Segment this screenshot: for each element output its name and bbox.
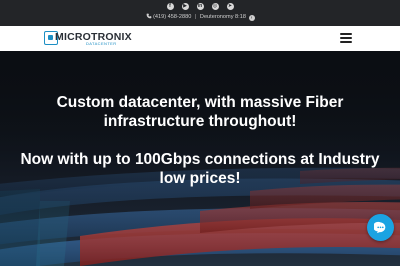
hamburger-bar	[340, 41, 352, 43]
hero-line-2: infrastructure throughout!	[103, 113, 297, 130]
site-logo[interactable]: MICROTRONIX DATACENTER	[44, 31, 132, 46]
hero-headline: Custom datacenter, with massive Fiber in…	[0, 93, 400, 188]
facebook-icon[interactable]: f	[166, 3, 174, 10]
hero-line-1: Custom datacenter, with massive Fiber	[56, 94, 344, 111]
address-text: Deuteronomy 8:18	[199, 14, 246, 20]
hero-spacer	[0, 131, 400, 150]
phone-icon	[146, 13, 151, 19]
hamburger-menu-icon[interactable]	[340, 33, 352, 43]
social-links: f ▶ in ◎ ➤	[0, 3, 400, 12]
main-navbar: MICROTRONIX DATACENTER	[0, 26, 400, 51]
youtube-icon[interactable]: ▶	[181, 3, 189, 10]
hero-banner: Custom datacenter, with massive Fiber in…	[0, 51, 400, 266]
chat-icon	[374, 221, 386, 234]
top-info-bar: f ▶ in ◎ ➤ (419) 458-2880 | Deuteronomy …	[0, 0, 400, 26]
telegram-icon[interactable]: ➤	[226, 3, 234, 10]
hamburger-bar	[340, 37, 352, 39]
hero-line-3: Now with up to 100Gbps connections at In…	[20, 151, 380, 168]
logo-subtext: DATACENTER	[86, 41, 117, 46]
arrow-right-icon[interactable]: ›	[248, 15, 255, 21]
linkedin-icon[interactable]: in	[196, 3, 204, 10]
hero-line-4: low prices!	[159, 170, 241, 187]
chat-button[interactable]	[367, 214, 394, 241]
separator: |	[194, 14, 197, 20]
hamburger-bar	[340, 33, 352, 35]
phone-number[interactable]: (419) 458-2880	[153, 14, 191, 20]
contact-line: (419) 458-2880 | Deuteronomy 8:18 ›	[0, 13, 400, 21]
instagram-icon[interactable]: ◎	[211, 3, 219, 10]
